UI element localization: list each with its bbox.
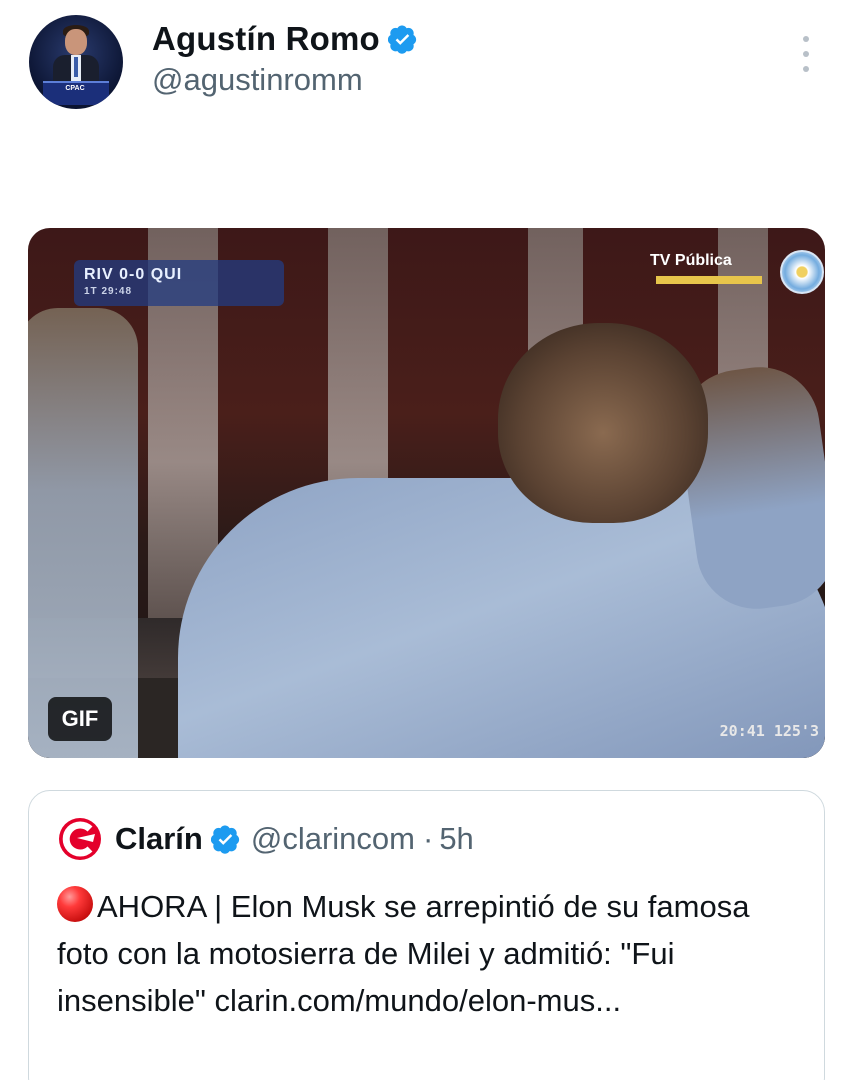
- quoted-time[interactable]: 5h: [439, 821, 473, 857]
- quoted-separator: ·: [422, 821, 434, 856]
- quoted-tweet[interactable]: Clarín @clarincom · 5h AHORA | Elon Musk…: [28, 790, 825, 1080]
- more-dot: [803, 36, 809, 42]
- author-name-row[interactable]: Agustín Romo: [152, 18, 418, 60]
- verified-badge-icon: [210, 825, 239, 854]
- quoted-tweet-text: AHORA | Elon Musk se arrepintió de su fa…: [57, 883, 787, 1024]
- scoreboard: RIV 0-0 QUI 1T 29:48: [74, 260, 284, 306]
- score-clock: 1T 29:48: [84, 286, 133, 297]
- gif-badge[interactable]: GIF: [48, 697, 112, 741]
- score-value: 0-0: [119, 266, 146, 283]
- avatar-face: [65, 29, 87, 55]
- quoted-tweet-body: AHORA | Elon Musk se arrepintió de su fa…: [57, 889, 750, 1018]
- channel-seal-icon: [780, 250, 824, 294]
- quoted-tweet-header: Clarín @clarincom · 5h: [57, 818, 474, 860]
- score-home: RIV: [84, 266, 114, 283]
- more-options-icon[interactable]: [796, 36, 816, 72]
- score-away: QUI: [150, 266, 183, 283]
- video-timestamp: 20:41 125'3: [719, 722, 819, 740]
- author-display-name[interactable]: Agustín Romo: [152, 20, 380, 58]
- avatar-tie: [74, 57, 78, 77]
- person-left: [28, 308, 138, 758]
- channel-bar: [656, 276, 762, 284]
- quoted-author-handle[interactable]: @clarincom: [251, 821, 415, 857]
- more-dot: [803, 66, 809, 72]
- verified-badge-icon: [387, 25, 416, 54]
- more-dot: [803, 51, 809, 57]
- tweet-media-gif[interactable]: RIV 0-0 QUI 1T 29:48 TV Pública 20:41 12…: [28, 228, 825, 758]
- avatar-podium-text: CPAC: [65, 85, 85, 92]
- quoted-author-name[interactable]: Clarín: [115, 821, 203, 857]
- clarin-logo-icon: [59, 818, 101, 860]
- red-circle-icon: [57, 886, 93, 922]
- author-handle[interactable]: @agustinromm: [152, 62, 363, 98]
- person-head: [498, 323, 708, 523]
- author-avatar[interactable]: CPAC: [29, 15, 123, 109]
